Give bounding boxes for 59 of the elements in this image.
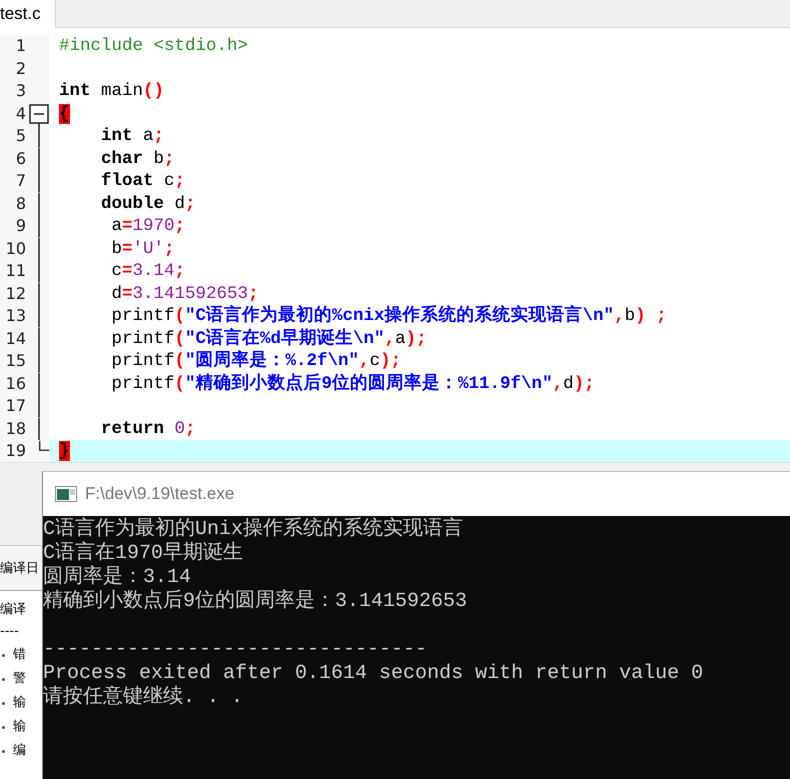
- code-line: a=1970;: [110, 215, 186, 238]
- line-number: 15: [4, 350, 27, 372]
- bullet-icon: [2, 750, 5, 752]
- line-number: 16: [4, 372, 27, 394]
- console-output-line: C语言在1970早期诞生: [43, 542, 244, 565]
- log-item: 输: [13, 694, 26, 712]
- bullet-icon: [2, 678, 5, 680]
- code-line: int a;: [100, 125, 164, 148]
- log-tab[interactable]: 编译日: [0, 546, 42, 591]
- console-separator: --------------------------------: [43, 638, 428, 662]
- code-line: return 0;: [100, 418, 196, 440]
- code-line: printf("精确到小数点后9位的圆周率是：%11.9f\n",d);: [110, 372, 595, 395]
- fold-end-icon: [38, 440, 50, 452]
- line-number: 12: [4, 282, 27, 304]
- log-item: 编: [13, 742, 26, 760]
- line-number: 8: [14, 192, 27, 214]
- line-number: 9: [14, 215, 27, 237]
- code-line: d=3.141592653;: [110, 282, 259, 304]
- console-output-line: 圆周率是：3.14: [43, 566, 192, 590]
- line-number: 6: [14, 148, 27, 170]
- code-line: b='U';: [110, 238, 175, 260]
- line-number: 7: [14, 170, 27, 192]
- code-line: printf("C语言在%d早期诞生\n",a);: [110, 328, 427, 350]
- console-output-line: 精确到小数点后9位的圆周率是：3.141592653: [43, 590, 468, 614]
- log-text: ----: [0, 623, 20, 641]
- log-item: 输: [13, 718, 26, 736]
- line-number: 11: [4, 260, 27, 282]
- fold-toggle-icon[interactable]: [29, 102, 49, 125]
- line-number: 4: [14, 102, 27, 124]
- code-line: c=3.14;: [110, 260, 186, 282]
- code-line: char b;: [100, 148, 175, 170]
- line-number: 18: [4, 418, 27, 440]
- code-line: #include <stdio.h>: [59, 35, 248, 58]
- code-line: float c;: [100, 170, 186, 192]
- line-number: 14: [4, 328, 27, 350]
- bullet-icon: [2, 702, 5, 704]
- line-number: 10: [4, 238, 27, 260]
- line-number: 19: [4, 440, 27, 462]
- code-line: printf("C语言作为最初的%cnix操作系统的系统实现语言\n",b) ;: [110, 305, 667, 328]
- line-number: 3: [14, 80, 27, 102]
- code-line: printf("圆周率是：%.2f\n",c);: [110, 350, 402, 372]
- bullet-icon: [2, 726, 5, 728]
- line-number: 2: [14, 58, 27, 80]
- line-number: 5: [14, 125, 27, 147]
- code-line: int main(): [59, 80, 164, 102]
- console-icon: [55, 486, 77, 502]
- window-title: F:\dev\9.19\test.exe: [85, 484, 234, 504]
- line-number: 1: [14, 35, 27, 57]
- log-text: 编译: [0, 601, 27, 619]
- bullet-icon: [2, 654, 5, 656]
- console-output-line: 请按任意键继续. . .: [43, 686, 244, 710]
- file-tab[interactable]: test.c: [0, 0, 56, 28]
- log-item: 错: [13, 646, 26, 664]
- console-output-line: C语言作为最初的Unix操作系统的系统实现语言: [43, 518, 464, 541]
- code-line: double d;: [100, 192, 196, 215]
- log-item: 警: [13, 670, 26, 688]
- line-number: 17: [4, 395, 27, 417]
- console-output-line: Process exited after 0.1614 seconds with return value 0: [43, 662, 704, 686]
- line-number: 13: [4, 305, 27, 327]
